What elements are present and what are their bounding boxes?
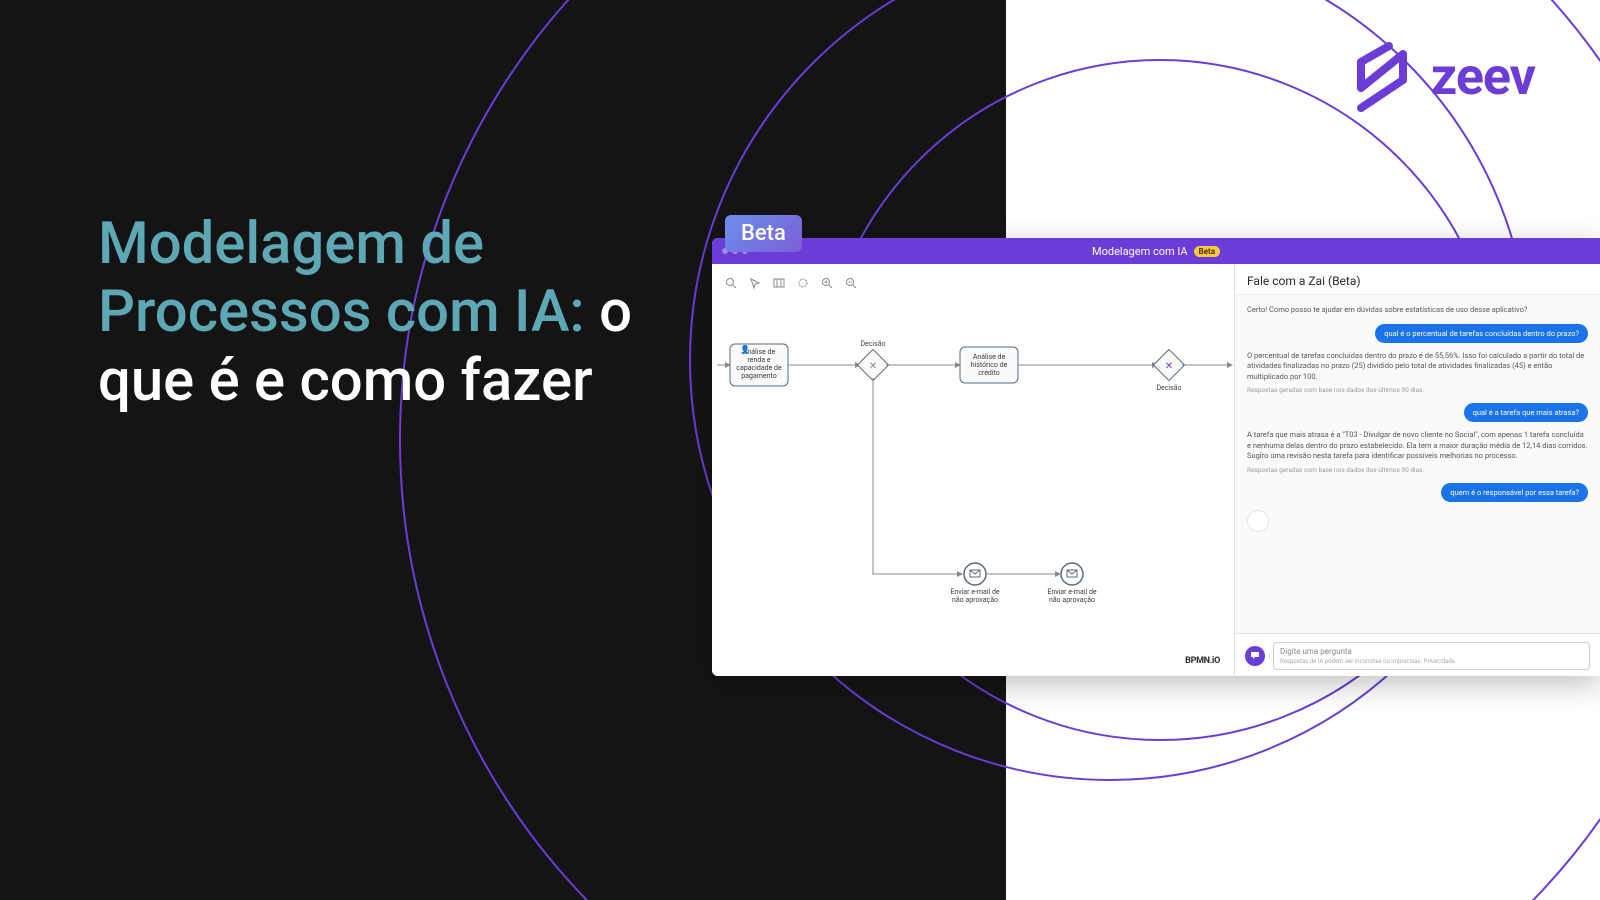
svg-text:renda e: renda e [747, 356, 770, 364]
svg-text:não aprovação: não aprovação [1049, 596, 1095, 604]
chat-input-disclaimer: Respostas de IA podem ser incorretas ou … [1280, 658, 1583, 665]
bpmn-io-logo: BPMN.iO [1185, 656, 1220, 666]
svg-text:Decisão: Decisão [860, 340, 885, 348]
chat-ai-greeting: Certo! Como posso te ajudar em dúvidas s… [1247, 305, 1588, 316]
zeev-logo: zeev [1347, 40, 1535, 112]
svg-text:Decisão: Decisão [1156, 384, 1181, 392]
svg-text:Enviar e-mail de: Enviar e-mail de [1047, 588, 1097, 596]
chat-stream[interactable]: Certo! Como posso te ajudar em dúvidas s… [1235, 295, 1600, 633]
chat-input-row: Digite uma pergunta Respostas de IA pode… [1235, 633, 1600, 676]
svg-text:Análise de: Análise de [973, 353, 1006, 361]
chat-input-placeholder: Digite uma pergunta [1280, 647, 1352, 656]
chat-title: Fale com a Zai (Beta) [1235, 264, 1600, 295]
beta-badge: Beta [725, 215, 802, 252]
zeev-logo-text: zeev [1431, 46, 1535, 107]
svg-text:não aprovação: não aprovação [952, 596, 998, 604]
chat-loading-icon [1247, 510, 1269, 532]
svg-text:✕: ✕ [1165, 361, 1173, 372]
svg-text:crédito: crédito [978, 369, 1000, 377]
svg-text:pagamento: pagamento [741, 372, 776, 380]
app-window: Modelagem com IA Beta [712, 238, 1600, 676]
bpmn-diagram: Análise de renda e capacidade de pagamen… [712, 264, 1234, 676]
page-title: Modelagem de Processos com IA: o que é e… [98, 210, 658, 415]
chat-panel: Fale com a Zai (Beta) Certo! Como posso … [1234, 264, 1600, 676]
chat-icon[interactable] [1245, 646, 1265, 666]
title-accent: Modelagem de Processos com IA: [98, 210, 585, 346]
chat-user-msg: qual é a tarefa que mais atrasa? [1464, 403, 1588, 422]
app-header: Modelagem com IA Beta [712, 238, 1600, 264]
chat-user-msg: qual é o percentual de tarefas concluída… [1375, 324, 1588, 343]
chat-ai-msg: A tarefa que mais atrasa é a "T03 - Divu… [1247, 430, 1588, 475]
app-title: Modelagem com IA [1092, 245, 1188, 258]
zeev-logo-icon [1347, 40, 1417, 112]
bpmn-canvas[interactable]: Análise de renda e capacidade de pagamen… [712, 264, 1234, 676]
user-task-icon: 👤 [740, 344, 750, 354]
svg-text:capacidade de: capacidade de [736, 364, 782, 372]
chat-user-msg: quem é o responsável por essa tarefa? [1441, 483, 1588, 502]
chat-ai-msg: O percentual de tarefas concluídas dentr… [1247, 351, 1588, 396]
beta-pill: Beta [1194, 246, 1220, 257]
chat-input[interactable]: Digite uma pergunta Respostas de IA pode… [1273, 642, 1590, 670]
svg-text:histórico de: histórico de [971, 361, 1008, 369]
svg-text:Enviar e-mail de: Enviar e-mail de [950, 588, 1000, 596]
svg-text:✕: ✕ [869, 361, 877, 372]
